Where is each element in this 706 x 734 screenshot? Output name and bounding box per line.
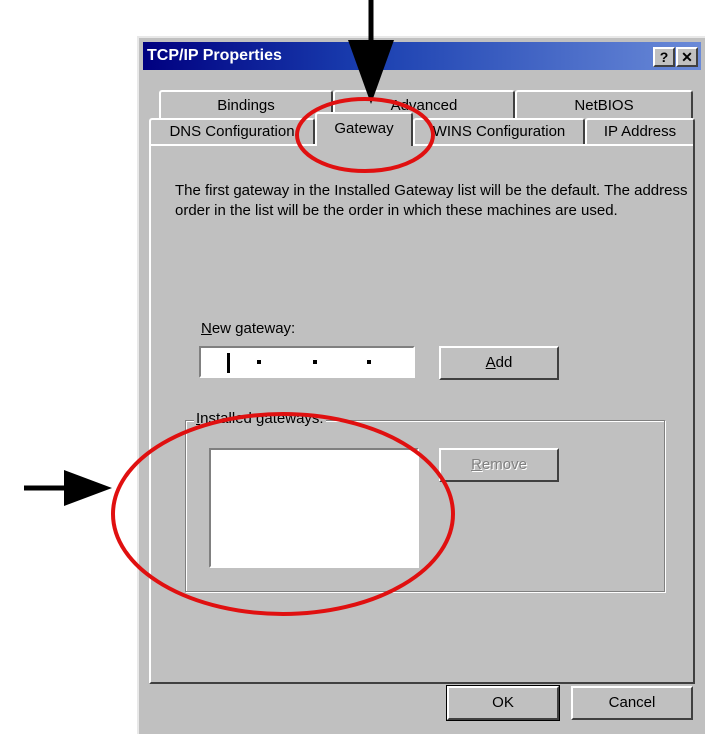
tab-bindings-label: Bindings: [217, 97, 275, 114]
cancel-button-label: Cancel: [608, 694, 656, 711]
tab-ip-address[interactable]: IP Address: [585, 118, 695, 144]
tcpip-properties-dialog: TCP/IP Properties ? ✕ Bindings Advanced …: [137, 36, 705, 734]
tab-dns-configuration-label: DNS Configuration: [169, 123, 295, 140]
help-button[interactable]: ?: [653, 47, 675, 67]
tab-bindings[interactable]: Bindings: [159, 90, 333, 120]
installed-gateways-label: Installed gateways:: [194, 410, 326, 427]
tab-wins-configuration-label: WINS Configuration: [432, 123, 566, 140]
title-bar[interactable]: TCP/IP Properties ? ✕: [143, 42, 701, 70]
window-title: TCP/IP Properties: [147, 47, 282, 64]
text-caret: [227, 353, 230, 373]
remove-button-label: emove: [481, 456, 527, 473]
tab-netbios[interactable]: NetBIOS: [515, 90, 693, 120]
ip-separator-dot: [367, 360, 371, 364]
remove-mnemonic: R: [471, 456, 482, 473]
installed-gateways-label-text: nstalled gateways:: [200, 410, 324, 427]
add-button-label: dd: [495, 354, 513, 371]
new-gateway-label-text: ew gateway:: [211, 320, 296, 337]
new-gateway-label: New gateway:: [201, 320, 295, 337]
gateway-description: The first gateway in the Installed Gatew…: [175, 182, 688, 219]
new-gateway-ip-input[interactable]: [199, 346, 415, 378]
ip-separator-dot: [257, 360, 261, 364]
remove-button[interactable]: Remove: [439, 448, 559, 482]
installed-gateways-list[interactable]: [209, 448, 419, 568]
ok-button[interactable]: OK: [446, 685, 560, 721]
cancel-button[interactable]: Cancel: [571, 686, 693, 720]
tab-dns-configuration[interactable]: DNS Configuration: [149, 118, 315, 144]
add-button[interactable]: Add: [439, 346, 559, 380]
ip-separator-dot: [313, 360, 317, 364]
tab-gateway[interactable]: Gateway: [315, 112, 413, 146]
ok-button-label: OK: [492, 694, 514, 711]
add-mnemonic: A: [485, 354, 496, 371]
tab-gateway-label: Gateway: [334, 120, 394, 137]
tab-wins-configuration[interactable]: WINS Configuration: [413, 118, 585, 144]
new-gateway-mnemonic: N: [201, 320, 212, 337]
close-button[interactable]: ✕: [676, 47, 698, 67]
tab-ip-address-label: IP Address: [603, 123, 677, 140]
arrow-head-left: [64, 470, 112, 506]
tab-netbios-label: NetBIOS: [574, 97, 634, 114]
help-icon: ?: [659, 49, 669, 65]
close-icon: ✕: [681, 49, 693, 65]
